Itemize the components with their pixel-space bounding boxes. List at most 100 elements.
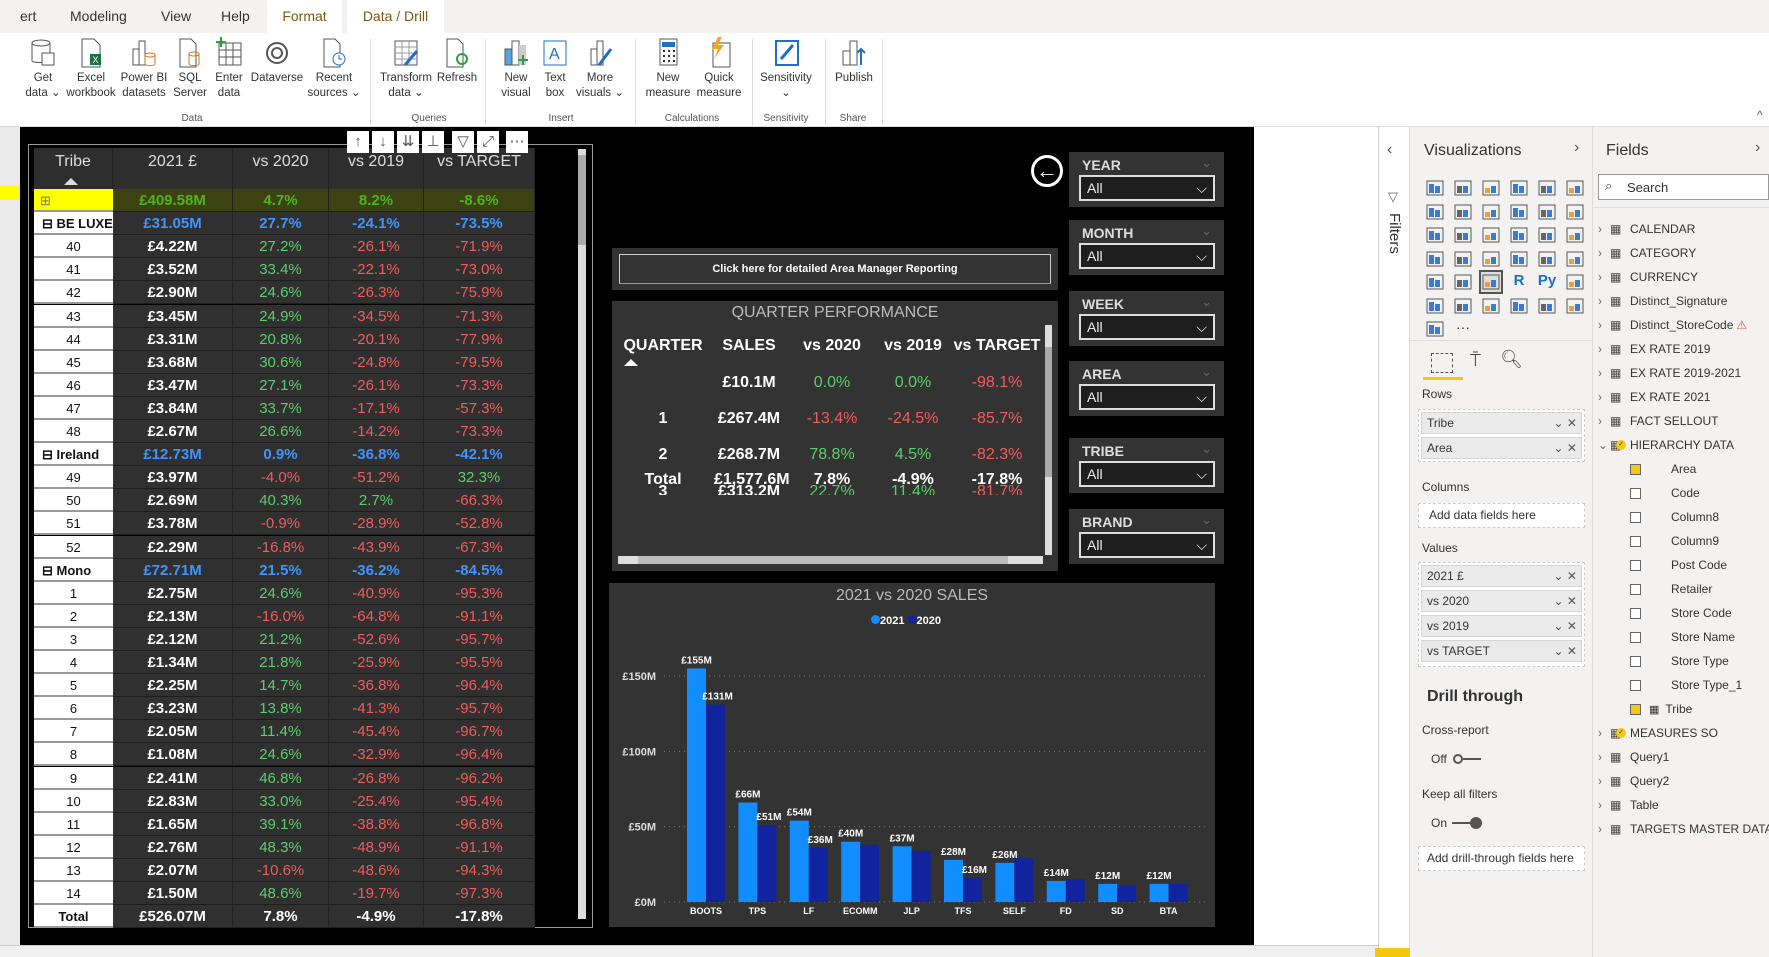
slicer-collapse-chevron-icon[interactable]: ⌄ xyxy=(1201,294,1212,310)
field-code[interactable]: Code xyxy=(1630,482,1700,504)
slicer-dropdown[interactable]: All ⌵ xyxy=(1079,384,1215,410)
visual-header-sort-down-icon[interactable]: ↓ xyxy=(372,131,394,153)
values-field-vs-target[interactable]: vs TARGET ⌄ ✕ xyxy=(1421,640,1582,662)
expand-chevron-icon[interactable]: › xyxy=(1598,410,1610,432)
matrix-row[interactable]: 9 £2.41M 46.8% -26.8% -96.2% xyxy=(34,766,535,790)
field-tribe[interactable]: ▦ Tribe xyxy=(1630,698,1692,720)
matrix-scrollbar[interactable] xyxy=(578,149,586,919)
map-icon[interactable] xyxy=(1425,249,1445,269)
line-chart-icon[interactable] xyxy=(1425,202,1445,222)
matrix-row[interactable]: 50 £2.69M 40.3% 2.7% -66.3% xyxy=(34,489,535,513)
field-checkbox[interactable] xyxy=(1630,560,1641,572)
table-calendar[interactable]: › ▦ CALENDAR xyxy=(1598,218,1695,240)
field-checkbox[interactable] xyxy=(1630,464,1641,476)
donut-icon[interactable] xyxy=(1537,225,1557,245)
stacked-area-icon[interactable] xyxy=(1481,202,1501,222)
visual-header-filter-icon[interactable]: ▽ xyxy=(452,131,474,153)
pill-dropdown-remove-icon[interactable]: ⌄ ✕ xyxy=(1554,438,1577,458)
quarter-header-vs-2020[interactable]: vs 2020 xyxy=(787,337,877,355)
slicer-dropdown[interactable]: All ⌵ xyxy=(1079,314,1215,340)
visual-header-more-options-icon[interactable]: ⋯ xyxy=(506,131,528,153)
pill-dropdown-remove-icon[interactable]: ⌄ ✕ xyxy=(1554,616,1577,636)
back-arrow-icon[interactable]: ← xyxy=(1031,155,1063,187)
field-checkbox[interactable] xyxy=(1630,632,1641,644)
tribe-cell[interactable]: ⊟ Mono xyxy=(34,558,113,582)
matrix-row-group[interactable]: ⊟ BE LUXE £31.05M 27.7% -24.1% -73.5% xyxy=(34,212,535,236)
key-influencers-icon[interactable] xyxy=(1565,272,1585,292)
matrix-row[interactable]: 42 £2.90M 24.6% -26.3% -75.9% xyxy=(34,281,535,305)
expand-chevron-icon[interactable]: › xyxy=(1598,290,1610,312)
rows-field-area[interactable]: Area ⌄ ✕ xyxy=(1421,437,1582,459)
cross-report-toggle[interactable] xyxy=(1453,753,1483,765)
expand-chevron-icon[interactable]: › xyxy=(1598,794,1610,816)
matrix-row[interactable]: 49 £3.97M -4.0% -51.2% 32.3% xyxy=(34,466,535,490)
line-clustered-column-icon[interactable] xyxy=(1537,202,1557,222)
field-checkbox[interactable] xyxy=(1630,536,1641,548)
tribe-matrix-visual[interactable]: Tribe 2021 £ vs 2020 vs 2019 vs TARGET ↑ ↓ ⇊ ⊥ ▽ ⤢… xyxy=(28,131,593,929)
database-button[interactable]: Get data ⌄ xyxy=(16,37,70,101)
visual-header-focus-mode-icon[interactable]: ⤢ xyxy=(477,131,499,153)
field-post-code[interactable]: Post Code xyxy=(1630,554,1727,576)
refresh-button[interactable]: Refresh xyxy=(430,37,484,86)
header-vs-2019[interactable]: vs 2019 xyxy=(329,148,424,189)
slicer-icon[interactable] xyxy=(1425,272,1445,292)
line-column-icon[interactable] xyxy=(1509,202,1529,222)
stacked-bar-icon[interactable] xyxy=(1425,178,1445,198)
publish-button[interactable]: Publish xyxy=(827,37,881,86)
filled-map-icon[interactable] xyxy=(1453,249,1473,269)
matrix-row-group[interactable]: ⊟ Ireland £12.73M 0.9% -36.8% -42.1% xyxy=(34,443,535,467)
matrix-row[interactable]: 51 £3.78M -0.9% -28.9% -52.8% xyxy=(34,512,535,536)
collapse-ribbon-button[interactable]: ^ xyxy=(1757,108,1763,122)
dataverse-button[interactable]: Dataverse xyxy=(250,37,304,86)
table-query2[interactable]: › ▦ Query2 xyxy=(1598,770,1669,792)
filters-pane[interactable]: ‹ ▽ Filters xyxy=(1375,127,1411,957)
100-stacked-column-icon[interactable] xyxy=(1565,178,1585,198)
pill-dropdown-remove-icon[interactable]: ⌄ ✕ xyxy=(1554,641,1577,661)
expand-chevron-icon[interactable]: › xyxy=(1598,242,1610,264)
matrix-row[interactable]: 41 £3.52M 33.4% -22.1% -73.0% xyxy=(34,258,535,282)
slicer-dropdown[interactable]: All ⌵ xyxy=(1079,532,1215,558)
tribe-cell[interactable]: ⊟ BE LUXE xyxy=(34,212,113,236)
waterfall-icon[interactable] xyxy=(1425,225,1445,245)
quarter-performance-visual[interactable]: QUARTER PERFORMANCE QUARTER SALES vs 2020 v… xyxy=(612,301,1058,571)
tribe-cell[interactable]: ⊞ xyxy=(34,189,113,212)
new-measure-button[interactable]: New measure xyxy=(641,37,695,101)
table-distinct-storecode[interactable]: › ▦ Distinct_StoreCode ⚠ xyxy=(1598,314,1747,336)
vertical-scrollbar[interactable] xyxy=(1045,325,1052,555)
collapse-left-icon[interactable]: ‹ xyxy=(1387,141,1392,159)
values-field-vs-2020[interactable]: vs 2020 ⌄ ✕ xyxy=(1421,590,1582,612)
sensitivity-button[interactable]: Sensitivity ⌄ xyxy=(759,37,813,101)
tab-ert[interactable]: ert xyxy=(10,0,46,33)
field-store-type[interactable]: Store Type xyxy=(1630,650,1729,672)
expand-chevron-icon[interactable]: › xyxy=(1598,266,1610,288)
field-checkbox[interactable] xyxy=(1630,608,1641,620)
columns-well[interactable]: Add data fields here xyxy=(1418,503,1585,528)
tab-help[interactable]: Help xyxy=(211,0,260,33)
slicer-collapse-chevron-icon[interactable]: ⌄ xyxy=(1201,512,1212,528)
matrix-row[interactable]: 4 £1.34M 21.8% -25.9% -95.5% xyxy=(34,651,535,674)
recent-sources-button[interactable]: Recent sources ⌄ xyxy=(307,37,361,101)
horizontal-scrollbar[interactable] xyxy=(618,556,1043,564)
100-stacked-bar-icon[interactable] xyxy=(1537,178,1557,198)
matrix-row[interactable]: 12 £2.76M 48.3% -48.9% -91.1% xyxy=(34,835,535,859)
visual-header-expand-all-icon[interactable]: ⇊ xyxy=(397,131,419,153)
header-vs-2020[interactable]: vs 2020 xyxy=(233,148,329,189)
r-visual-icon[interactable]: R xyxy=(1509,272,1529,292)
matrix-row[interactable]: 46 £3.47M 27.1% -26.1% -73.3% xyxy=(34,373,535,397)
treemap-icon[interactable] xyxy=(1565,225,1585,245)
matrix-row[interactable]: 6 £3.23M 13.8% -41.3% -95.7% xyxy=(34,697,535,721)
table-ex-rate-2019-2021[interactable]: › ▦ EX RATE 2019-2021 xyxy=(1598,362,1741,384)
table-measures-so[interactable]: ›▦✓MEASURES SO xyxy=(1598,722,1718,744)
tab-modeling[interactable]: Modeling xyxy=(60,0,137,33)
python-visual-icon[interactable]: Py xyxy=(1537,272,1557,292)
arcgis-map-icon[interactable] xyxy=(1537,296,1557,316)
matrix-row[interactable]: 48 £2.67M 26.6% -14.2% -73.3% xyxy=(34,420,535,443)
table-table[interactable]: › ▦ Table xyxy=(1598,794,1659,816)
matrix-row[interactable]: 1 £2.75M 24.6% -40.9% -95.3% xyxy=(34,581,535,605)
visual-header-sort-up-icon[interactable]: ↑ xyxy=(347,131,369,153)
matrix-row[interactable]: 13 £2.07M -10.6% -48.6% -94.3% xyxy=(34,858,535,882)
matrix-row[interactable]: 52 £2.29M -16.8% -43.9% -67.3% xyxy=(34,535,535,559)
slicer-dropdown[interactable]: All ⌵ xyxy=(1079,461,1215,487)
clustered-column-icon[interactable] xyxy=(1509,178,1529,198)
analytics-magnifier-icon[interactable]: 🔍︎ xyxy=(1500,349,1523,370)
